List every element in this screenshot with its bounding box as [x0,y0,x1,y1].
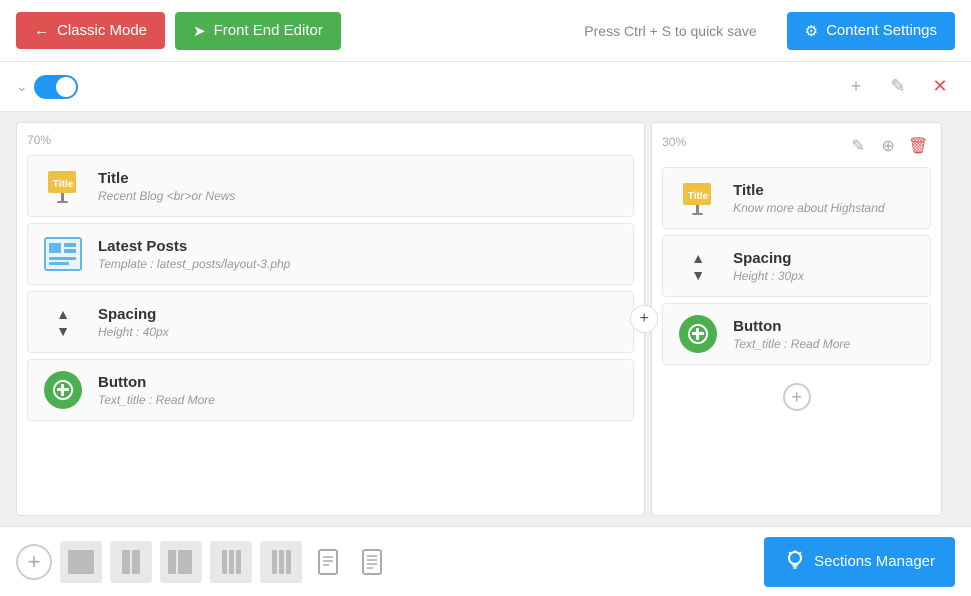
list-item[interactable]: ▲ ▼ Spacing Height : 30px [662,235,931,297]
add-section-button[interactable]: + [841,72,871,102]
latest-posts-subtitle: Template : latest_posts/layout-3.php [98,257,290,271]
list-item[interactable]: Latest Posts Template : latest_posts/lay… [27,223,634,285]
content-settings-button[interactable]: ⚙ Content Settings [787,12,955,50]
right-panel: 30% ✎ ⊕ 🗑 Title Tit [651,122,942,516]
spacing-icon: ▲ ▼ [675,246,721,286]
layout-3col-b-icon [272,550,291,574]
arrow-down-icon: ▼ [56,324,70,338]
list-item[interactable]: Title Title Recent Blog <br>or News [27,155,634,217]
title-subtitle: Recent Blog <br>or News [98,189,235,203]
right-panel-percent: 30% [662,135,686,149]
spacing-name: Spacing [98,306,169,323]
right-panel-edit-button[interactable]: ✎ [845,133,871,159]
list-item[interactable]: Button Text_title : Read More [27,359,634,421]
paper-plane-icon: ➤ [193,22,206,40]
right-panel-delete-button[interactable]: 🗑 [905,133,931,159]
list-item[interactable]: Title Title Know more about Highstand [662,167,931,229]
toggle-wrapper: ⌄ [16,75,78,99]
title-icon: Title [40,166,86,206]
layout-2col-button[interactable] [110,541,152,583]
classic-mode-label: Classic Mode [57,22,147,39]
right-spacing-name: Spacing [733,250,804,267]
layout-3col-button[interactable] [210,541,252,583]
right-spacing-subtitle: Height : 30px [733,269,804,283]
title-name: Title [98,170,235,187]
frontend-editor-button[interactable]: ➤ Front End Editor [175,12,341,50]
document-lines-icon-button[interactable] [354,544,390,580]
chevron-down-icon[interactable]: ⌄ [16,78,28,95]
panels-wrapper: 70% Title Title Recent Blog <br>or News [16,122,955,516]
content-settings-label: Content Settings [826,22,937,39]
button-subtitle: Text_title : Read More [98,393,215,407]
spacing-section-text: Spacing Height : 40px [98,306,169,339]
left-panel: 70% Title Title Recent Blog <br>or News [16,122,645,516]
right-button-subtitle: Text_title : Read More [733,337,850,351]
right-panel-header: 30% ✎ ⊕ 🗑 [662,133,931,159]
right-title-section-text: Title Know more about Highstand [733,182,884,215]
svg-text:Title: Title [688,191,709,202]
back-icon: ← [34,22,49,39]
list-item[interactable]: ▲ ▼ Spacing Height : 40px [27,291,634,353]
right-button-section-text: Button Text_title : Read More [733,318,850,351]
layout-2col-b-button[interactable] [160,541,202,583]
edit-button[interactable]: ✎ [883,72,913,102]
toolbar-right: + ✎ ✕ [841,72,955,102]
left-panel-percent: 70% [27,133,634,147]
column-divider-handle[interactable]: + [630,305,658,333]
arrow-up-icon: ▲ [56,307,70,321]
title-icon: Title [675,178,721,218]
latest-posts-section-text: Latest Posts Template : latest_posts/lay… [98,238,290,271]
right-title-name: Title [733,182,884,199]
toolbar: ⌄ + ✎ ✕ [0,62,971,112]
right-panel-add-button[interactable]: ⊕ [875,133,901,159]
spacing-icon: ▲ ▼ [40,302,86,342]
svg-text:Title: Title [53,179,74,190]
layout-3col-b-button[interactable] [260,541,302,583]
button-name: Button [98,374,215,391]
save-hint: Press Ctrl + S to quick save [351,23,777,39]
sections-manager-button[interactable]: Sections Manager [764,537,955,587]
right-panel-add-item-button[interactable]: + [783,383,811,411]
title-section-text: Title Recent Blog <br>or News [98,170,235,203]
main-content: 70% Title Title Recent Blog <br>or News [0,112,971,526]
layout-3col-icon [222,550,241,574]
bottom-add-button[interactable]: + [16,544,52,580]
button-section-icon [675,314,721,354]
right-spacing-section-text: Spacing Height : 30px [733,250,804,283]
header: ← Classic Mode ➤ Front End Editor Press … [0,0,971,62]
bulb-icon [784,549,806,575]
latest-posts-icon [40,234,86,274]
visibility-toggle[interactable] [34,75,78,99]
document-icon-button[interactable] [310,544,346,580]
arrow-down-icon: ▼ [691,268,705,282]
button-section-icon [40,370,86,410]
right-panel-icons: ✎ ⊕ 🗑 [845,133,931,159]
layout-2col-b-icon [168,550,194,574]
spacing-subtitle: Height : 40px [98,325,169,339]
gear-icon: ⚙ [805,22,818,40]
latest-posts-name: Latest Posts [98,238,290,255]
layout-1col-icon [68,550,94,574]
right-button-name: Button [733,318,850,335]
sections-manager-label: Sections Manager [814,553,935,570]
classic-mode-button[interactable]: ← Classic Mode [16,12,165,49]
close-button[interactable]: ✕ [925,72,955,102]
button-section-text: Button Text_title : Read More [98,374,215,407]
right-title-subtitle: Know more about Highstand [733,201,884,215]
list-item[interactable]: Button Text_title : Read More [662,303,931,365]
layout-1col-button[interactable] [60,541,102,583]
bottom-bar: + [0,526,971,596]
arrow-up-icon: ▲ [691,251,705,265]
layout-2col-icon [122,550,140,574]
frontend-editor-label: Front End Editor [214,22,323,39]
